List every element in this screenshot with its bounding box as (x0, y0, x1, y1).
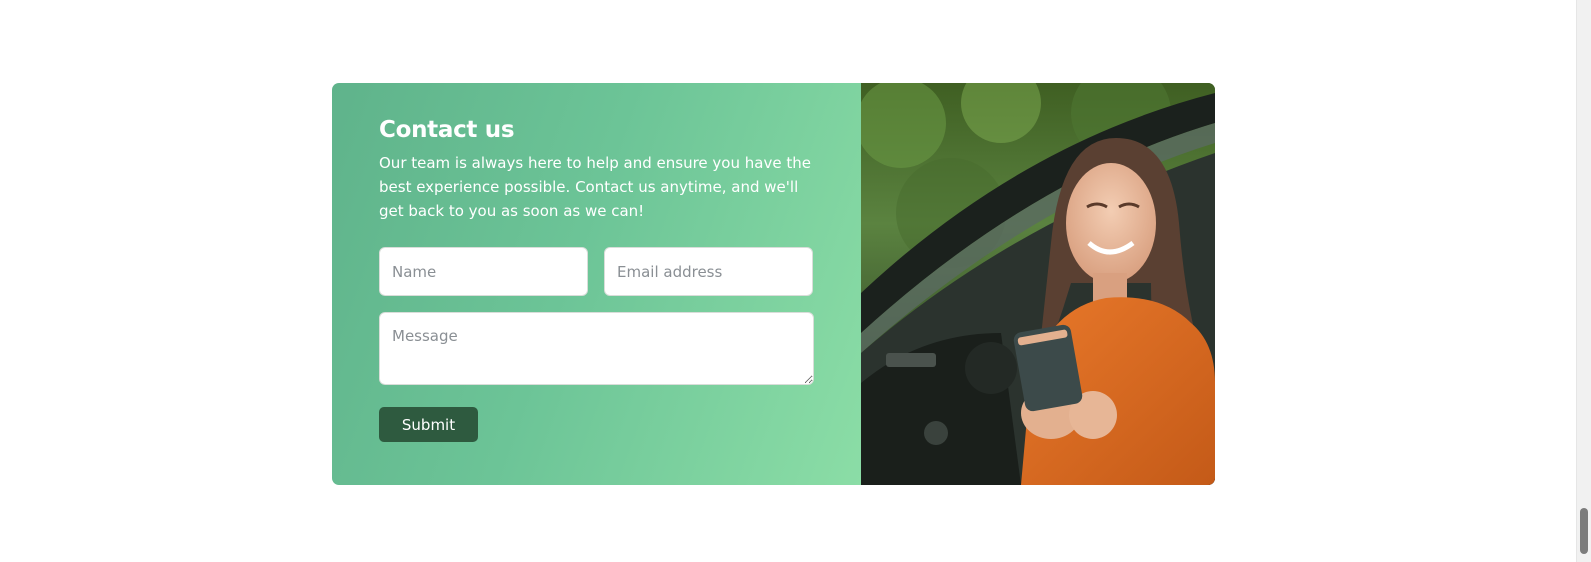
contact-form: Submit (379, 247, 861, 442)
page-scrollbar[interactable] (1576, 0, 1591, 562)
photo-woman-in-car-icon (861, 83, 1215, 485)
page: Contact us Our team is always here to he… (0, 0, 1591, 562)
email-input[interactable] (604, 247, 813, 296)
scrollbar-thumb[interactable] (1580, 508, 1588, 554)
name-input[interactable] (379, 247, 588, 296)
contact-photo (861, 83, 1215, 485)
contact-form-panel: Contact us Our team is always here to he… (332, 83, 861, 485)
contact-card: Contact us Our team is always here to he… (332, 83, 1215, 485)
contact-intro: Our team is always here to help and ensu… (379, 154, 811, 220)
contact-title: Contact us (379, 117, 515, 143)
name-email-row (379, 247, 861, 296)
message-textarea[interactable] (379, 312, 814, 385)
submit-button[interactable]: Submit (379, 407, 478, 442)
